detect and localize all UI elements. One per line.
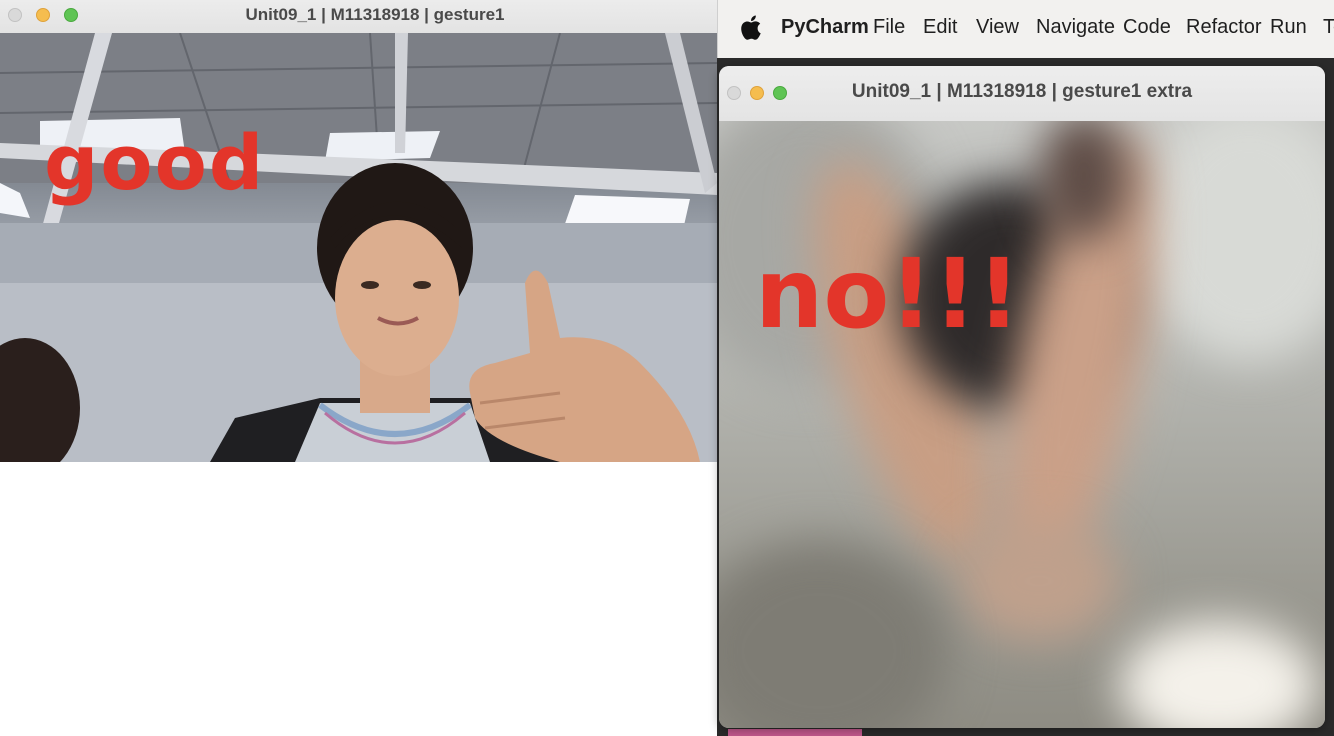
menu-pycharm[interactable]: PyCharm xyxy=(781,16,869,39)
camera-feed-right-blurred: no!!! xyxy=(719,121,1325,728)
gesture-window-right: Unit09_1 | M11318918 | gesture1 extra no… xyxy=(719,66,1325,728)
minimize-button[interactable] xyxy=(36,8,50,22)
close-button[interactable] xyxy=(727,86,741,100)
blur-light-spot xyxy=(1119,621,1319,728)
minimize-button[interactable] xyxy=(750,86,764,100)
blur-floor-shadow xyxy=(719,541,949,728)
right-window-titlebar[interactable]: Unit09_1 | M11318918 | gesture1 extra xyxy=(719,66,1325,122)
menu-file[interactable]: File xyxy=(873,16,905,39)
right-window-title: Unit09_1 | M11318918 | gesture1 extra xyxy=(851,81,1193,102)
camera-feed-left: good xyxy=(0,33,717,462)
menu-refactor[interactable]: Refactor xyxy=(1186,16,1262,39)
apple-icon[interactable] xyxy=(740,14,762,41)
menu-navigate[interactable]: Navigate xyxy=(1036,16,1115,39)
close-button[interactable] xyxy=(8,8,22,22)
maximize-button[interactable] xyxy=(773,86,787,100)
left-window-title: Unit09_1 | M11318918 | gesture1 xyxy=(245,5,505,24)
menu-edit[interactable]: Edit xyxy=(923,16,957,39)
maximize-button[interactable] xyxy=(64,8,78,22)
gesture-label-no: no!!! xyxy=(755,238,1021,350)
blur-elbow xyxy=(959,521,1119,641)
gesture-label-good: good xyxy=(44,118,266,207)
gesture-window-left: Unit09_1 | M11318918 | gesture1 good xyxy=(0,0,717,736)
menu-view[interactable]: View xyxy=(976,16,1019,39)
menu-tools-truncated[interactable]: To xyxy=(1323,16,1334,39)
camera-scene xyxy=(0,33,717,462)
blur-bg-right xyxy=(1139,121,1325,361)
menu-code[interactable]: Code xyxy=(1123,16,1171,39)
dock-app-edge xyxy=(728,729,862,736)
left-window-titlebar[interactable]: Unit09_1 | M11318918 | gesture1 xyxy=(0,0,717,34)
menu-run[interactable]: Run xyxy=(1270,16,1307,39)
macos-menubar: PyCharm File Edit View Navigate Code Ref… xyxy=(717,0,1334,58)
